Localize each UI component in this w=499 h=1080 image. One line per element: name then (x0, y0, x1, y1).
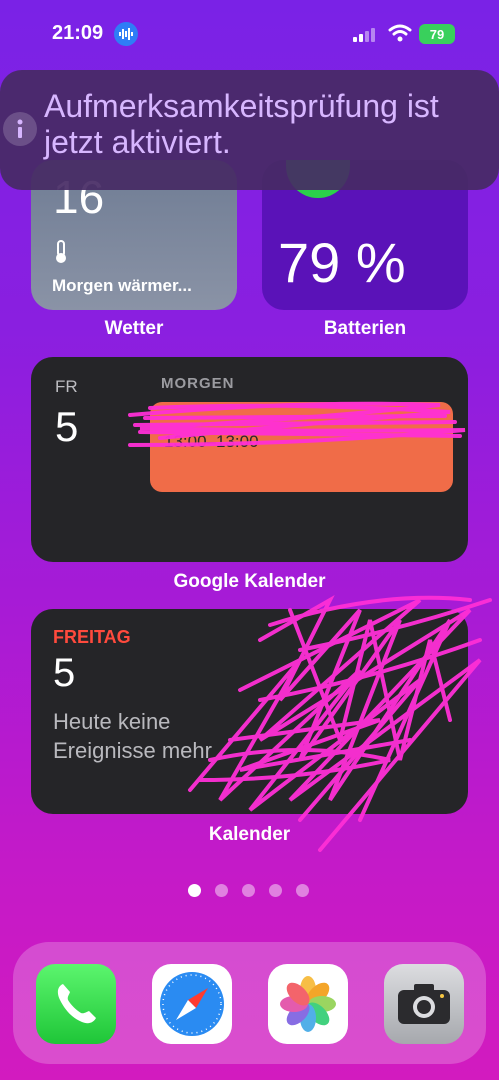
calendar-label: Kalender (208, 824, 291, 845)
audio-recording-icon[interactable] (114, 22, 138, 46)
battery-percent: 79 % (278, 231, 406, 294)
page-dot[interactable] (269, 884, 282, 897)
page-indicator[interactable] (188, 884, 309, 897)
gcal-event-time: 13:00–13:00 (164, 432, 259, 451)
cal-upcoming-area (256, 627, 456, 797)
calendar-widget[interactable]: FREITAG 5 Heute keine Ereignisse mehr (31, 609, 468, 814)
google-calendar-label: Google Kalender (173, 571, 326, 592)
page-dot[interactable] (296, 884, 309, 897)
battery-widget-label: Batterien (323, 318, 407, 339)
page-dot[interactable] (242, 884, 255, 897)
wifi-icon (388, 24, 412, 47)
page-dot[interactable] (188, 884, 201, 897)
cellular-signal-icon (353, 28, 375, 42)
phone-icon (57, 984, 96, 1024)
camera-icon (398, 984, 450, 1024)
battery-indicator: 79 (419, 24, 455, 44)
gcal-day-number: 5 (55, 403, 79, 450)
page-dot[interactable] (215, 884, 228, 897)
cal-day-number: 5 (53, 651, 76, 695)
status-bar: 21:09 79 (0, 18, 499, 50)
info-icon (3, 112, 37, 146)
camera-app[interactable] (384, 964, 464, 1044)
photos-icon (280, 976, 336, 1032)
gcal-event[interactable]: 13:00–13:00 (150, 402, 453, 492)
gcal-day-of-week: FR (55, 377, 78, 396)
phone-app[interactable] (36, 964, 116, 1044)
gcal-section-heading: MORGEN (161, 375, 235, 392)
status-time: 21:09 (52, 22, 104, 44)
thermometer-icon (53, 240, 69, 269)
weather-forecast: Morgen wärmer... (52, 276, 192, 295)
weather-widget-label: Wetter (104, 318, 164, 339)
safari-icon (160, 972, 224, 1036)
google-calendar-widget[interactable]: FR 5 MORGEN 13:00–13:00 (31, 357, 468, 562)
safari-app[interactable] (152, 964, 232, 1044)
cal-no-events-text: Heute keine Ereignisse mehr (53, 709, 212, 763)
banner-text: Aufmerksamkeitsprüfung ist jetzt aktivie… (44, 88, 439, 160)
cal-day-of-week: FREITAG (53, 627, 131, 647)
photos-app[interactable] (268, 964, 348, 1044)
